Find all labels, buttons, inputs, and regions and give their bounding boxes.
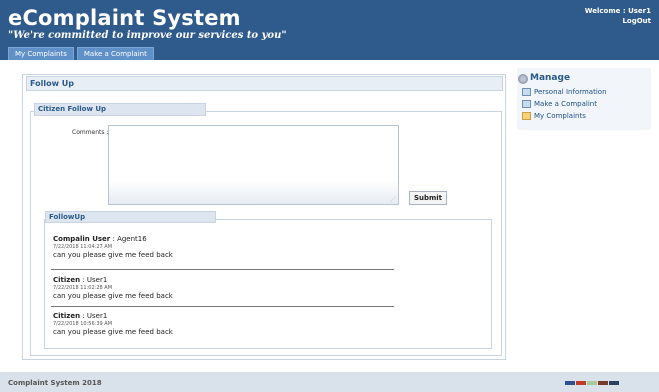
followup-entry: Compalin User : Agent16 7/22/2018 11:04:… xyxy=(53,235,393,259)
followup-separator: : xyxy=(80,276,87,284)
panel-title-bar: Follow Up xyxy=(26,76,503,91)
tab-make-complaint[interactable]: Make a Complaint xyxy=(76,47,154,60)
followup-user: User1 xyxy=(86,312,108,320)
color-swatches xyxy=(565,381,619,385)
sidebar-item-my-complaints[interactable]: My Complaints xyxy=(522,111,586,121)
followup-role: Citizen xyxy=(53,312,81,320)
followup-separator: : xyxy=(80,312,87,320)
followup-message: can you please give me feed back xyxy=(53,328,173,336)
submit-button[interactable]: Submit xyxy=(409,191,447,205)
color-swatch[interactable] xyxy=(576,381,586,385)
site-tagline: "We're committed to improve our services… xyxy=(8,30,287,41)
page-icon xyxy=(522,88,531,96)
comments-label: Comments : xyxy=(72,129,109,136)
followup-legend: FollowUp xyxy=(45,211,216,223)
followup-entry: Citizen : User1 7/22/2018 11:02:28 AM ca… xyxy=(53,276,393,300)
logout-link[interactable]: LogOut xyxy=(622,17,651,25)
tab-my-complaints[interactable]: My Complaints xyxy=(8,47,74,60)
section-title: Citizen Follow Up xyxy=(38,105,107,113)
followup-entry: Citizen : User1 7/22/2018 10:56:39 AM ca… xyxy=(53,312,393,336)
followup-user: Agent16 xyxy=(117,235,147,243)
sidebar-item-personal-information[interactable]: Personal Information xyxy=(522,87,607,97)
resize-grip-icon[interactable]: ⋰ xyxy=(390,196,396,203)
welcome-text: Welcome : User1 xyxy=(584,7,651,15)
nav-tabs: My Complaints Make a Complaint xyxy=(8,47,154,60)
comments-textarea[interactable]: ⋰ xyxy=(108,125,399,205)
color-swatch[interactable] xyxy=(598,381,608,385)
followup-divider xyxy=(51,306,394,307)
followup-date: 7/22/2018 11:04:27 AM xyxy=(53,244,113,250)
color-swatch[interactable] xyxy=(609,381,619,385)
color-swatch[interactable] xyxy=(565,381,575,385)
followup-message: can you please give me feed back xyxy=(53,251,173,259)
followup-date: 7/22/2018 10:56:39 AM xyxy=(53,321,113,327)
footer-text: Complaint System 2018 xyxy=(8,379,102,387)
panel-title: Follow Up xyxy=(30,79,75,88)
folder-icon xyxy=(522,112,531,120)
followup-message: can you please give me feed back xyxy=(53,292,173,300)
sidebar-item-label: My Complaints xyxy=(534,112,586,120)
sidebar-item-make-complaint[interactable]: Make a Compalint xyxy=(522,99,597,109)
section-legend: Citizen Follow Up xyxy=(34,103,206,116)
followup-role: Citizen xyxy=(53,276,81,284)
followup-role: Compalin User xyxy=(53,235,111,243)
sidebar-item-label: Personal Information xyxy=(534,88,607,96)
followup-title: FollowUp xyxy=(49,213,86,221)
followup-date: 7/22/2018 11:02:28 AM xyxy=(53,285,113,291)
sidebar-item-label: Make a Compalint xyxy=(534,100,597,108)
page-icon xyxy=(522,100,531,108)
followup-user: User1 xyxy=(86,276,108,284)
manage-title: Manage xyxy=(530,73,571,83)
followup-divider xyxy=(51,269,394,270)
color-swatch[interactable] xyxy=(587,381,597,385)
site-title: eComplaint System xyxy=(8,6,241,30)
gear-icon xyxy=(518,74,528,84)
